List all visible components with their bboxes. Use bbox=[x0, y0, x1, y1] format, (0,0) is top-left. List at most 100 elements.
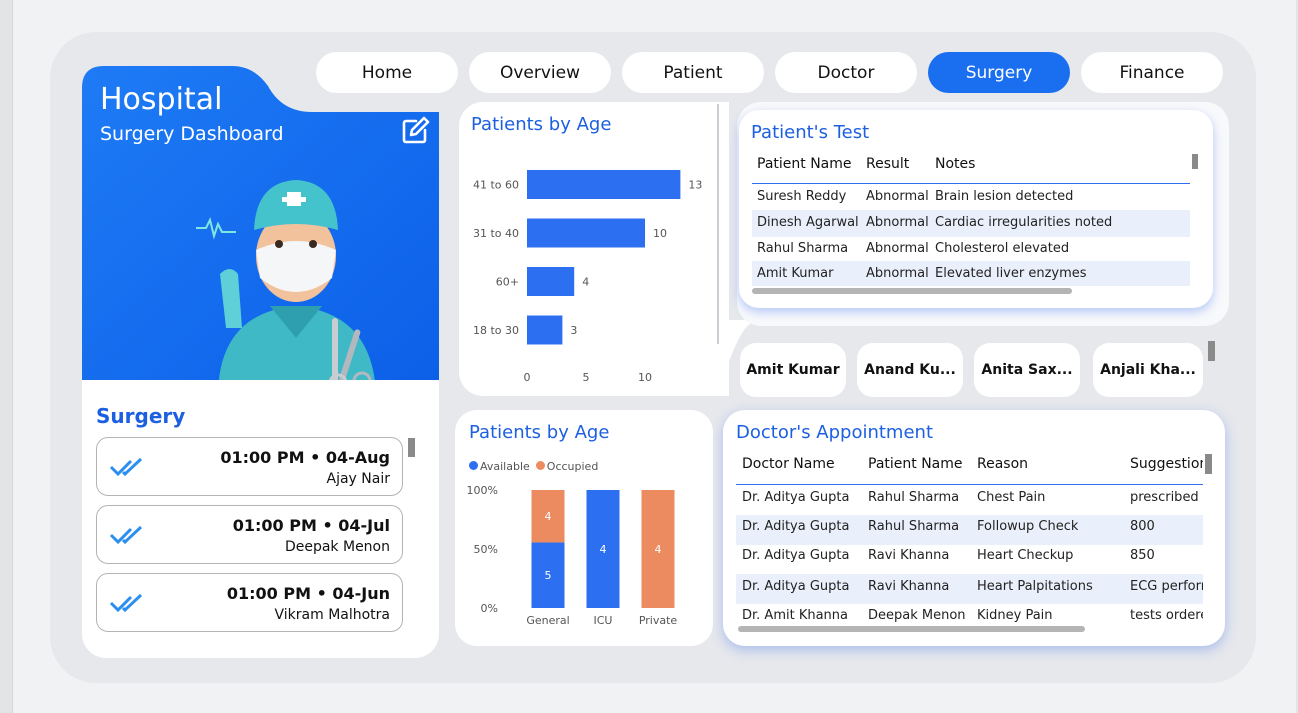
surgeon-illustration bbox=[196, 180, 376, 393]
legend-item-available: Available bbox=[469, 460, 530, 473]
y-tick-label: 100% bbox=[467, 484, 498, 497]
category-label: ICU bbox=[594, 614, 613, 627]
beds-stacked-chart: 5 4 General 4 ICU 4 Private 100% 50% 0% bbox=[467, 484, 678, 627]
table-cell: Cholesterol elevated bbox=[935, 241, 1070, 256]
y-tick-label: 50% bbox=[474, 543, 498, 556]
surgery-scrollbar[interactable] bbox=[408, 438, 415, 457]
tab-overview[interactable]: Overview bbox=[469, 52, 611, 93]
table-cell: Ravi Khanna bbox=[868, 579, 950, 594]
category-label: 18 to 30 bbox=[473, 324, 519, 337]
appointments-table: Doctor Name Patient Name Reason Suggesti… bbox=[736, 456, 1203, 624]
column-header[interactable]: Result bbox=[866, 156, 909, 172]
patient-chip[interactable]: Amit Kumar bbox=[740, 343, 846, 397]
patients-test-title: Patient's Test bbox=[751, 122, 870, 143]
chart-divider bbox=[717, 104, 719, 344]
table-row[interactable]: Dr. Aditya Gupta Ravi Khanna Heart Palpi… bbox=[736, 574, 1203, 604]
table-cell: Abnormal bbox=[866, 189, 929, 204]
column-header[interactable]: Patient Name bbox=[868, 456, 963, 472]
column-header[interactable]: Notes bbox=[935, 156, 975, 172]
x-tick-label: 5 bbox=[583, 371, 590, 384]
category-label: 41 to 60 bbox=[473, 179, 519, 192]
table-cell: Heart Palpitations bbox=[977, 579, 1093, 594]
patient-chip[interactable]: Anita Sax... bbox=[974, 343, 1080, 397]
appointments-title: Doctor's Appointment bbox=[736, 422, 934, 443]
data-label: 4 bbox=[545, 510, 552, 523]
age-bar-chart: 41 to 60 13 31 to 40 10 60+ 4 18 to 30 3 0 5 10 bbox=[473, 170, 702, 384]
data-label: 13 bbox=[688, 179, 702, 192]
category-label: Private bbox=[639, 614, 678, 627]
table-row[interactable]: Dr. Amit Khanna Deepak Menon Kidney Pain… bbox=[736, 604, 1203, 624]
table-cell: Rahul Sharma bbox=[868, 490, 960, 505]
beds-chart-legend: Available Occupied bbox=[469, 460, 598, 473]
surgery-patient: Vikram Malhotra bbox=[274, 607, 391, 623]
table-cell: ECG perform bbox=[1130, 579, 1203, 594]
table-cell: Abnormal bbox=[866, 266, 929, 281]
table-cell: Chest Pain bbox=[977, 490, 1046, 505]
table-row[interactable]: Suresh Reddy Abnormal Brain lesion detec… bbox=[752, 184, 1190, 211]
surgery-time: 01:00 PM • 04-Aug bbox=[220, 448, 390, 467]
tab-surgery[interactable]: Surgery bbox=[928, 52, 1070, 93]
data-label: 3 bbox=[570, 324, 577, 337]
chips-scrollbar[interactable] bbox=[1208, 341, 1215, 361]
bar bbox=[527, 218, 645, 248]
patients-test-scrollbar[interactable] bbox=[1192, 154, 1198, 169]
surgery-item[interactable]: 01:00 PM • 04-Aug Ajay Nair bbox=[96, 437, 403, 496]
table-cell: Followup Check bbox=[977, 519, 1079, 534]
table-cell: Suresh Reddy bbox=[757, 189, 847, 204]
edit-icon[interactable] bbox=[400, 114, 432, 146]
column-header[interactable]: Patient Name bbox=[757, 156, 852, 172]
appointments-scrollbar[interactable] bbox=[1205, 454, 1212, 474]
bar bbox=[527, 170, 681, 199]
column-header[interactable]: Doctor Name bbox=[742, 456, 835, 472]
bar bbox=[527, 315, 563, 345]
table-cell: Dr. Aditya Gupta bbox=[742, 490, 850, 505]
tab-finance[interactable]: Finance bbox=[1081, 52, 1223, 93]
table-cell: Kidney Pain bbox=[977, 608, 1053, 623]
data-label: 5 bbox=[545, 569, 552, 582]
x-tick-label: 0 bbox=[524, 371, 531, 384]
data-label: 4 bbox=[600, 543, 607, 556]
surgery-patient: Deepak Menon bbox=[284, 539, 390, 555]
column-header[interactable]: Suggestion bbox=[1130, 456, 1203, 472]
double-check-icon bbox=[109, 457, 143, 477]
tab-patient[interactable]: Patient bbox=[622, 52, 764, 93]
table-cell: Dinesh Agarwal bbox=[757, 215, 859, 230]
table-cell: Brain lesion detected bbox=[935, 189, 1074, 204]
table-cell: Dr. Aditya Gupta bbox=[742, 519, 850, 534]
hero-title: Hospital bbox=[100, 82, 223, 117]
patient-chip[interactable]: Anjali Kha... bbox=[1093, 343, 1203, 397]
surgery-item[interactable]: 01:00 PM • 04-Jul Deepak Menon bbox=[96, 505, 403, 564]
bar bbox=[527, 267, 575, 296]
table-cell: Rahul Sharma bbox=[868, 519, 960, 534]
table-cell: 800 bbox=[1130, 519, 1155, 534]
table-cell: tests orderec bbox=[1130, 608, 1203, 623]
x-tick-label: 10 bbox=[638, 371, 652, 384]
table-cell: Abnormal bbox=[866, 215, 929, 230]
surgery-panel-title: Surgery bbox=[96, 404, 186, 428]
table-row[interactable]: Amit Kumar Abnormal Elevated liver enzym… bbox=[752, 261, 1190, 286]
table-cell: 850 bbox=[1130, 548, 1155, 563]
category-label: 31 to 40 bbox=[473, 227, 519, 240]
column-header[interactable]: Reason bbox=[977, 456, 1028, 472]
table-cell: prescribed m bbox=[1130, 490, 1203, 505]
table-cell: Cardiac irregularities noted bbox=[935, 215, 1113, 230]
surgery-item[interactable]: 01:00 PM • 04-Jun Vikram Malhotra bbox=[96, 573, 403, 632]
table-cell: Amit Kumar bbox=[757, 266, 834, 281]
category-label: 60+ bbox=[496, 276, 519, 289]
table-cell: Elevated liver enzymes bbox=[935, 266, 1087, 281]
table-row[interactable]: Dr. Aditya Gupta Rahul Sharma Chest Pain… bbox=[736, 485, 1203, 515]
tab-doctor[interactable]: Doctor bbox=[775, 52, 917, 93]
legend-item-occupied: Occupied bbox=[535, 460, 598, 473]
table-cell: Dr. Aditya Gupta bbox=[742, 548, 850, 563]
table-row[interactable]: Rahul Sharma Abnormal Cholesterol elevat… bbox=[752, 236, 1190, 263]
hero-subtitle: Surgery Dashboard bbox=[100, 123, 284, 145]
patient-chip[interactable]: Anand Ku... bbox=[857, 343, 963, 397]
patients-test-hscrollbar[interactable] bbox=[752, 288, 1072, 294]
table-row[interactable]: Dr. Aditya Gupta Ravi Khanna Heart Check… bbox=[736, 545, 1203, 574]
table-row[interactable]: Dinesh Agarwal Abnormal Cardiac irregula… bbox=[752, 210, 1190, 237]
appointments-hscrollbar[interactable] bbox=[738, 626, 1085, 632]
patients-test-table: Patient Name Result Notes Suresh Reddy A… bbox=[752, 156, 1190, 286]
data-label: 10 bbox=[653, 227, 667, 240]
table-row[interactable]: Dr. Aditya Gupta Rahul Sharma Followup C… bbox=[736, 515, 1203, 545]
table-cell: Deepak Menon bbox=[868, 608, 966, 623]
